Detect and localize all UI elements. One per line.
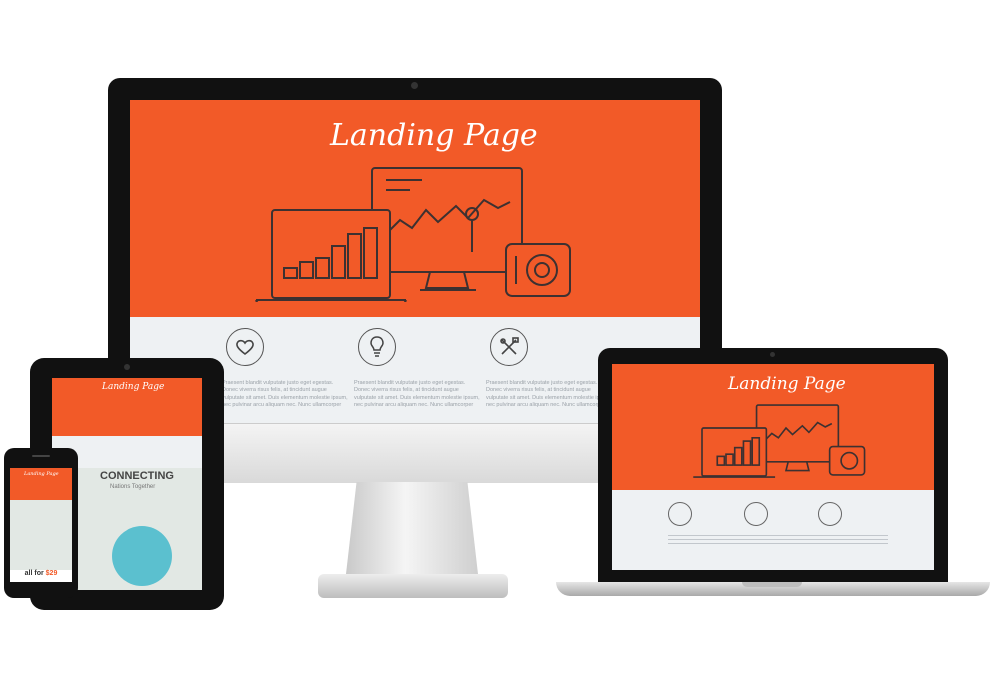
price-banner: all for $29 bbox=[10, 570, 72, 582]
heart-icon bbox=[226, 328, 264, 366]
phone-screen: Landing Page all for $29 bbox=[10, 468, 72, 582]
features-section bbox=[612, 490, 934, 570]
connecting-heading: CONNECTING bbox=[100, 470, 174, 482]
globe-illustration bbox=[112, 526, 172, 586]
feature-text: Praesent blandit vulputate justo eget eg… bbox=[222, 380, 348, 409]
laptop-notch bbox=[742, 582, 802, 587]
monitor-stand bbox=[346, 482, 478, 574]
page-title: Landing Page bbox=[102, 382, 165, 392]
price-value: $29 bbox=[45, 570, 58, 577]
heart-icon bbox=[668, 502, 692, 526]
tablet-camera bbox=[124, 364, 130, 370]
tools-icon bbox=[818, 502, 842, 526]
feature-column: Praesent blandit vulputate justo eget eg… bbox=[486, 328, 614, 410]
laptop-screen: Landing Page bbox=[612, 364, 934, 570]
monitor-camera bbox=[411, 82, 418, 89]
page-title: Landing Page bbox=[728, 374, 846, 394]
laptop: Landing Page bbox=[598, 348, 948, 584]
page-title: Landing Page bbox=[330, 118, 538, 153]
devices-illustration bbox=[255, 167, 571, 302]
lightbulb-icon bbox=[744, 502, 768, 526]
devices-illustration bbox=[693, 404, 866, 478]
feature-column: Praesent blandit vulputate justo eget eg… bbox=[222, 328, 350, 410]
feature-text: Praesent blandit vulputate justo eget eg… bbox=[354, 380, 480, 409]
price-prefix: all for bbox=[24, 570, 44, 577]
tools-icon bbox=[490, 328, 528, 366]
lightbulb-icon bbox=[358, 328, 396, 366]
feature-column: Praesent blandit vulputate justo eget eg… bbox=[354, 328, 482, 410]
page-title: Landing Page bbox=[24, 471, 59, 477]
laptop-camera bbox=[770, 352, 775, 357]
monitor-base bbox=[318, 574, 508, 598]
phone-speaker bbox=[32, 455, 50, 457]
text-lines bbox=[668, 532, 888, 546]
connecting-subheading: Nations Together bbox=[110, 484, 156, 490]
phone: Landing Page all for $29 bbox=[4, 448, 78, 598]
feature-text: Praesent blandit vulputate justo eget eg… bbox=[486, 380, 612, 409]
